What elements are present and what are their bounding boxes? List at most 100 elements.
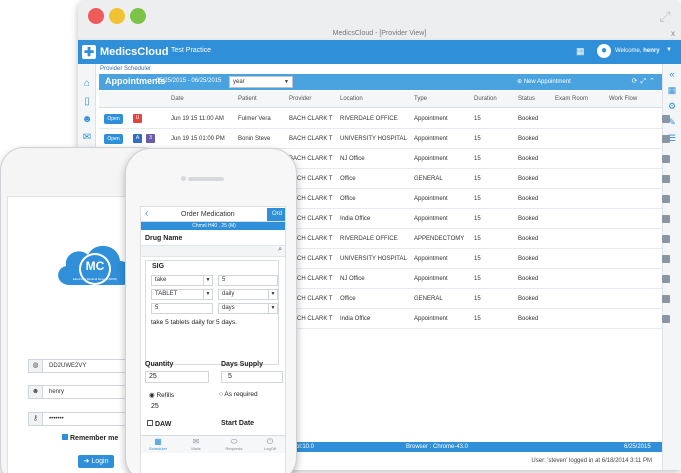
refills-radio[interactable]: ◉ Refills [149,391,174,399]
home-icon[interactable]: ⌂ [81,78,93,90]
calendar-icon: ▦ [154,437,162,446]
drug-search-input[interactable]: ⌕ [141,245,285,257]
chevron-down-icon[interactable]: ▼ [666,47,672,53]
window-close-icon[interactable]: x [671,29,675,39]
cell-location: Office [340,176,356,182]
calendar-icon[interactable]: ▦ [576,46,585,57]
sig-days-input[interactable]: 5 [151,303,213,314]
quantity-input[interactable]: 25 [145,371,209,383]
document-icon[interactable]: ▯ [81,96,93,108]
row-menu-icon[interactable] [662,135,670,143]
right-sidebar: « ▦ ⚙ ✎ ☰ [662,64,681,470]
col-provider[interactable]: Provider [289,96,311,102]
drug-name-label: Drug Name [145,235,183,242]
tab-logoff[interactable]: ⏻ LogOff [255,437,285,451]
practice-name[interactable]: Test Practice [171,47,211,54]
cell-duration: 15 [474,116,481,122]
col-duration[interactable]: Duration [474,96,497,102]
welcome-text[interactable]: Welcome, henry [615,48,660,54]
tab-mails[interactable]: ✉ Mails [181,437,211,451]
logo-subtext: Electronic Medical Record (EMR) [72,277,118,281]
user-icon[interactable]: ☻ [81,114,93,126]
row-menu-icon[interactable] [662,275,670,283]
row-menu-icon[interactable] [662,295,670,303]
tab-logoff-label: LogOff [264,446,276,451]
cell-status: Booked [518,316,539,322]
practice-code-value: DD2UWE2VY [49,363,87,369]
col-location[interactable]: Location [340,96,363,102]
cell-status: Booked [518,176,539,182]
expand-icon[interactable]: ⤢ [641,78,650,85]
maximize-window-dot[interactable] [130,8,146,24]
row-menu-icon[interactable] [662,255,670,263]
table-row[interactable]: Open U Jun 19 15 11:00 AM Fulmer Vera BACH C… [99,109,670,129]
row-menu-icon[interactable] [662,315,670,323]
remember-me-checkbox[interactable]: Remember me [62,434,118,442]
tab-requests[interactable]: ⬭ Requests [219,437,249,451]
header-actions: ⟳⤢⌃ [632,77,658,86]
open-appointment-button[interactable]: Open [104,134,123,144]
cell-patient: Bonin Steve [238,136,271,142]
col-status[interactable]: Status [518,96,535,102]
cell-type: APPENDECTOMY [414,236,465,242]
sig-days-unit-select[interactable]: days ▼ [218,303,278,314]
cell-type: Appointment [414,216,448,222]
collapse-icon[interactable]: « [666,68,678,80]
sig-frequency-select[interactable]: daily ▼ [218,289,278,300]
row-menu-icon[interactable] [662,215,670,223]
cell-location: RIVERDALE OFFICE [340,236,398,242]
daw-checkbox[interactable]: DAW [147,420,171,428]
table-row[interactable]: Open A 3 Jun 19 15 01:00 PM Bonin Steve BACH … [99,129,670,149]
settings-icon[interactable]: ⚙ [666,100,678,112]
row-menu-icon[interactable] [662,115,670,123]
row-menu-icon[interactable] [662,235,670,243]
top-bar: ✚ MedicsCloud Test Practice ▦ ● Welcome,… [78,40,681,64]
grid-icon[interactable]: ▦ [666,84,678,96]
username-field[interactable]: ☻ henry [28,385,140,399]
mail-icon[interactable]: ✉ [81,132,93,144]
row-menu-icon[interactable] [662,175,670,183]
days-supply-input[interactable]: 5 [221,371,283,383]
col-work-flow[interactable]: Work Flow [609,96,637,102]
col-exam-room[interactable]: Exam Room [555,96,588,102]
order-title: Order Medication [181,211,235,218]
row-menu-icon[interactable] [662,155,670,163]
row-menu-icon[interactable] [662,195,670,203]
sig-qty-input[interactable]: 5 [218,275,278,286]
radio-selected-icon: ◉ [149,392,155,399]
start-date-label: Start Date [221,420,255,427]
collapse-up-icon[interactable]: ⌃ [649,78,658,85]
tab-scheduler[interactable]: ▦ Scheduler [143,437,173,451]
cell-location: NJ Office [340,156,365,162]
cell-date: Jun 19 15 11:00 AM [171,116,224,122]
cell-type: Appointment [414,116,448,122]
view-select[interactable]: year ▼ [229,76,293,88]
sig-action-select[interactable]: take ▼ [151,275,213,286]
screenshot: ⤢ MedicsCloud - [Provider View] x ✚ Medi… [0,0,681,473]
open-appointment-button[interactable]: Open [104,114,123,124]
search-icon[interactable]: ⌕ [278,246,282,254]
breadcrumb[interactable]: Provider Scheduler [100,66,151,72]
sig-text[interactable]: take 5 tablets daily for 5 days. [151,319,237,326]
sig-form-select[interactable]: TABLET ▼ [151,289,213,300]
practice-code-field[interactable]: ◍ DD2UWE2VY [28,359,140,373]
password-field[interactable]: ⚷ ••••••• [28,412,140,426]
new-appointment-button[interactable]: ⊕ New Appointment [517,78,571,85]
col-type[interactable]: Type [414,96,427,102]
remember-me-label: Remember me [70,435,119,442]
close-window-dot[interactable] [88,8,104,24]
back-chevron-icon[interactable]: ‹ [145,208,148,219]
login-button[interactable]: ➜ Login [78,455,114,468]
user-avatar-icon[interactable]: ● [597,44,611,58]
fullscreen-icon[interactable]: ⤢ [657,8,673,24]
minimize-window-dot[interactable] [109,8,125,24]
brand-name: MedicsCloud [100,46,169,58]
refills-value[interactable]: 25 [151,403,159,410]
refresh-icon[interactable]: ⟳ [632,78,641,85]
col-patient[interactable]: Patient [238,96,257,102]
order-submit-button[interactable]: Ord [267,208,285,221]
brand[interactable]: ✚ MedicsCloud [82,43,168,61]
cell-duration: 15 [474,236,481,242]
col-date[interactable]: Date [171,96,184,102]
as-required-radio[interactable]: ○ As required [219,391,258,398]
